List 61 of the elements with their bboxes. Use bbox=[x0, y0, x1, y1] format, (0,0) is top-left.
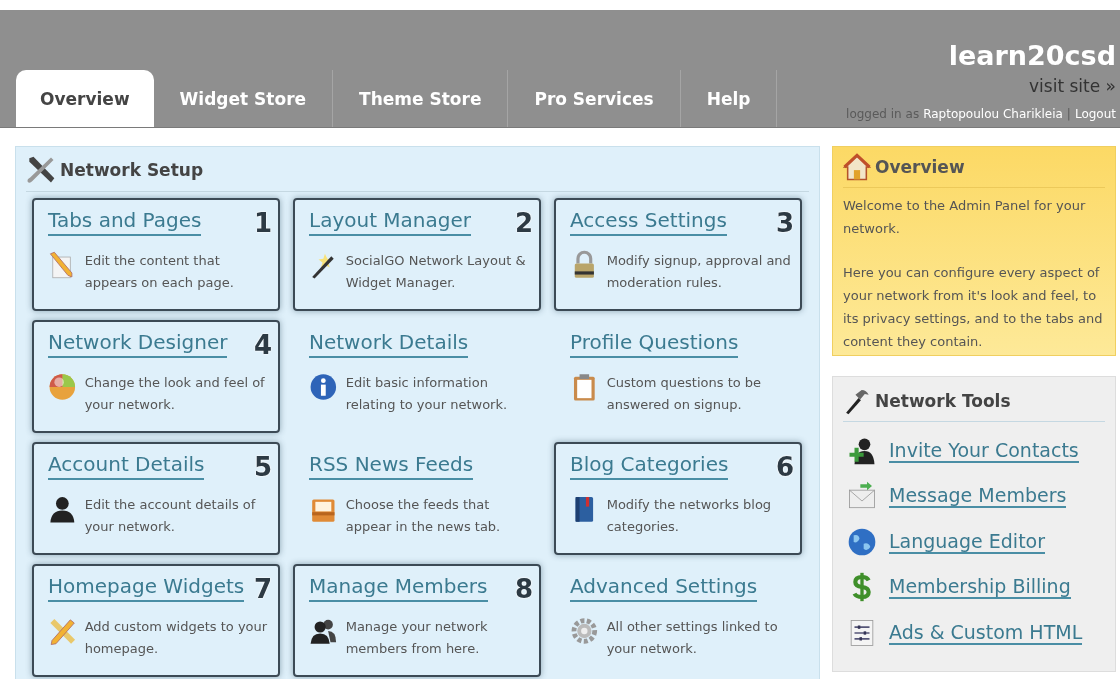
card-description: Custom questions to be answered on signup. bbox=[606, 374, 763, 414]
card-title-link[interactable]: Homepage Widgets bbox=[48, 574, 245, 602]
person-icon bbox=[48, 494, 77, 524]
tool-link[interactable]: Language Editor bbox=[889, 529, 1046, 554]
logout-link[interactable]: Logout bbox=[1074, 107, 1116, 121]
step-number: 6 bbox=[775, 452, 794, 482]
card-description: Modify signup, approval and moderation rules. bbox=[606, 252, 792, 292]
step-number: 5 bbox=[253, 452, 272, 482]
card-description: SocialGO Network Layout & Widget Manager. bbox=[345, 252, 527, 292]
tool-link[interactable]: Ads & Custom HTML bbox=[889, 620, 1083, 645]
nav-tab[interactable]: Widget Store bbox=[153, 70, 334, 127]
panel-title: Overview bbox=[875, 157, 965, 177]
card-description: Change the look and feel of your network. bbox=[84, 374, 266, 414]
tool-link[interactable]: Invite Your Contacts bbox=[889, 438, 1079, 463]
visit-site-link[interactable]: visit site » bbox=[1029, 73, 1116, 99]
tool-link[interactable]: Membership Billing bbox=[889, 575, 1071, 600]
info-icon bbox=[309, 372, 338, 402]
gear-icon bbox=[570, 616, 599, 646]
nav-tab[interactable]: Theme Store bbox=[333, 70, 509, 127]
card-description: Modify the networks blog categories. bbox=[606, 496, 773, 536]
nav-tab[interactable]: Pro Services bbox=[508, 70, 681, 127]
step-number: 7 bbox=[253, 574, 272, 604]
card-title-link[interactable]: Tabs and Pages bbox=[48, 208, 202, 236]
step-number: 8 bbox=[514, 574, 533, 604]
card-description: All other settings linked to your network. bbox=[606, 618, 779, 658]
step-number: 4 bbox=[253, 330, 272, 360]
card-description: Edit the account details of your network. bbox=[84, 496, 257, 536]
site-name: learn20csd bbox=[948, 39, 1116, 73]
card-title-link[interactable]: Network Details bbox=[309, 330, 469, 358]
card-title-link[interactable]: Advanced Settings bbox=[570, 574, 758, 602]
nav-tab[interactable]: Overview bbox=[16, 70, 154, 127]
card-description: Add custom widgets to your homepage. bbox=[84, 618, 269, 658]
card-title-link[interactable]: RSS News Feeds bbox=[309, 452, 474, 480]
card-title-link[interactable]: Network Designer bbox=[48, 330, 228, 358]
overview-text: Here you can configure every aspect of your network from it's look and feel, to its privacy settings, and to the tabs and content they contain. bbox=[843, 264, 1104, 351]
overview-text: Welcome to the Admin Panel for your network. bbox=[843, 197, 1087, 238]
card-title-link[interactable]: Manage Members bbox=[309, 574, 488, 602]
card-description: Choose the feeds that appear in the news tab. bbox=[345, 496, 502, 536]
separator-text: | bbox=[1066, 107, 1071, 121]
panel-title: Network Tools bbox=[875, 391, 1011, 411]
nav-tab[interactable]: Help bbox=[680, 70, 778, 127]
card-description: Edit the content that appears on each page. bbox=[84, 252, 235, 292]
card-title-link[interactable]: Account Details bbox=[48, 452, 205, 480]
card-title-link[interactable]: Layout Manager bbox=[309, 208, 471, 236]
globe-icon bbox=[847, 526, 877, 557]
step-number: 2 bbox=[514, 208, 533, 238]
panel-title: Network Setup bbox=[60, 160, 204, 180]
card-title-link[interactable]: Access Settings bbox=[570, 208, 727, 236]
step-number: 1 bbox=[253, 208, 272, 238]
hammer-icon bbox=[843, 387, 871, 415]
card-title-link[interactable]: Blog Categories bbox=[570, 452, 729, 480]
tools-icon bbox=[26, 155, 56, 185]
tool-link[interactable]: Message Members bbox=[889, 484, 1067, 509]
card-title-link[interactable]: Profile Questions bbox=[570, 330, 739, 358]
user-name-link[interactable]: Raptopoulou Charikleia bbox=[923, 107, 1063, 121]
card-description: Edit basic information relating to your network. bbox=[345, 374, 509, 414]
step-number: 3 bbox=[775, 208, 794, 238]
card-description: Manage your network members from here. bbox=[345, 618, 489, 658]
color-ball-icon bbox=[48, 372, 77, 402]
house-icon bbox=[843, 153, 871, 181]
pencil-ruler-icon bbox=[48, 616, 77, 646]
